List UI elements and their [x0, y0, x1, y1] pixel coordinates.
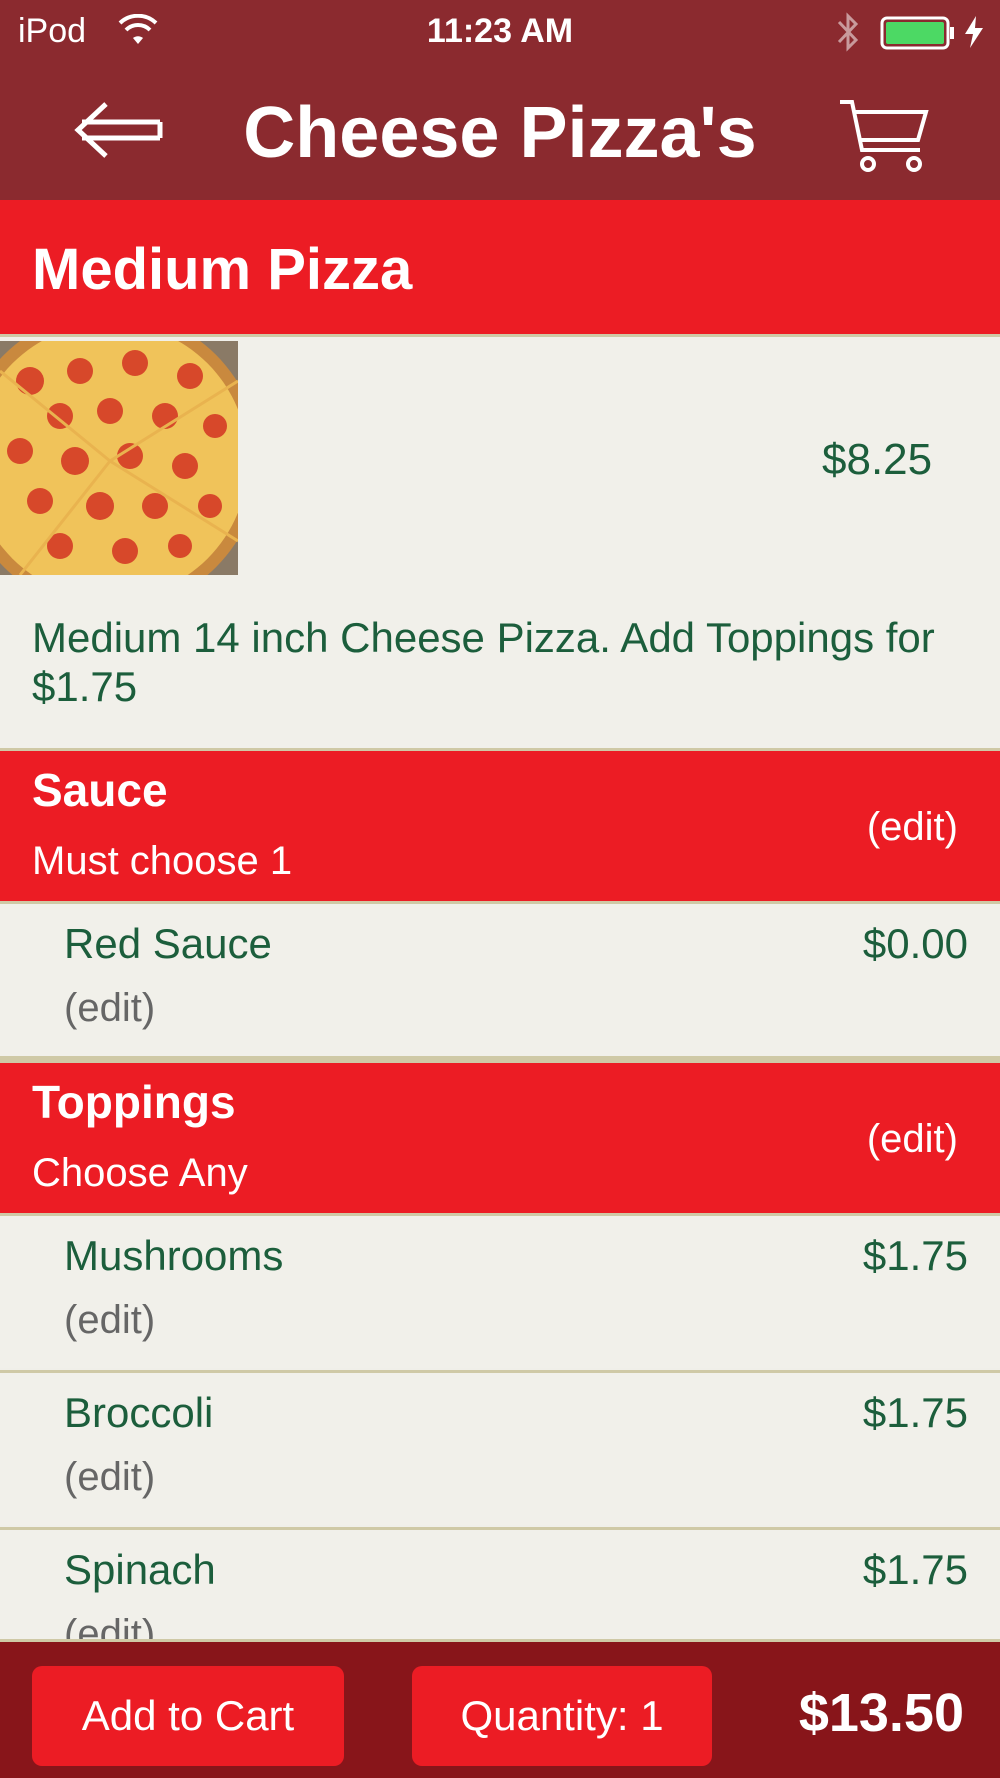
option-edit-link[interactable]: (edit): [64, 1298, 155, 1343]
option-label: Mushrooms: [64, 1232, 284, 1279]
item-name: Medium Pizza: [32, 237, 413, 302]
option-red-sauce[interactable]: Red Sauce $0.00 (edit): [0, 904, 1000, 1056]
option-price: $1.75: [862, 1546, 968, 1593]
bottom-bar: Add to Cart Quantity: 1 $13.50: [0, 1642, 1000, 1778]
option-label: Spinach: [64, 1546, 216, 1593]
divider: [0, 1056, 1000, 1063]
section-edit-link[interactable]: (edit): [867, 1117, 958, 1162]
cart-icon[interactable]: [836, 96, 932, 174]
bluetooth-icon: [837, 12, 859, 52]
section-subtitle: Choose Any: [32, 1151, 248, 1195]
option-mushrooms[interactable]: Mushrooms $1.75 (edit): [0, 1216, 1000, 1368]
item-header: Medium Pizza: [0, 200, 1000, 334]
charging-bolt-icon: [965, 16, 983, 48]
section-subtitle: Must choose 1: [32, 839, 293, 883]
status-bar: iPod 11:23 AM: [0, 0, 1000, 64]
option-label: Red Sauce: [64, 920, 272, 967]
quantity-button[interactable]: Quantity: 1: [412, 1666, 712, 1766]
order-total: $13.50: [798, 1683, 964, 1743]
top-bar: iPod 11:23 AM Cheese Pizza's: [0, 0, 1000, 200]
item-price: $8.25: [822, 435, 933, 484]
option-label: Broccoli: [64, 1389, 214, 1436]
battery-icon: [880, 16, 954, 50]
option-edit-link[interactable]: (edit): [64, 986, 155, 1031]
navigation-bar: Cheese Pizza's: [0, 64, 1000, 200]
section-header-sauce[interactable]: Sauce Must choose 1 (edit): [0, 751, 1000, 901]
option-price: $1.75: [862, 1232, 968, 1279]
section-header-toppings[interactable]: Toppings Choose Any (edit): [0, 1063, 1000, 1213]
option-price: $0.00: [862, 920, 968, 967]
section-title: Sauce: [32, 764, 168, 816]
section-edit-link[interactable]: (edit): [867, 805, 958, 850]
option-edit-link[interactable]: (edit): [64, 1455, 155, 1500]
option-broccoli[interactable]: Broccoli $1.75 (edit): [0, 1373, 1000, 1525]
app-screen: iPod 11:23 AM Cheese Pizza's Medium Pizz…: [0, 0, 1000, 1778]
product-details: $8.25 Medium 14 inch Cheese Pizza. Add T…: [0, 337, 1000, 750]
pizza-image: [0, 341, 238, 575]
option-price: $1.75: [862, 1389, 968, 1436]
item-description: Medium 14 inch Cheese Pizza. Add Topping…: [32, 614, 935, 710]
add-to-cart-button[interactable]: Add to Cart: [32, 1666, 344, 1766]
section-title: Toppings: [32, 1076, 236, 1128]
